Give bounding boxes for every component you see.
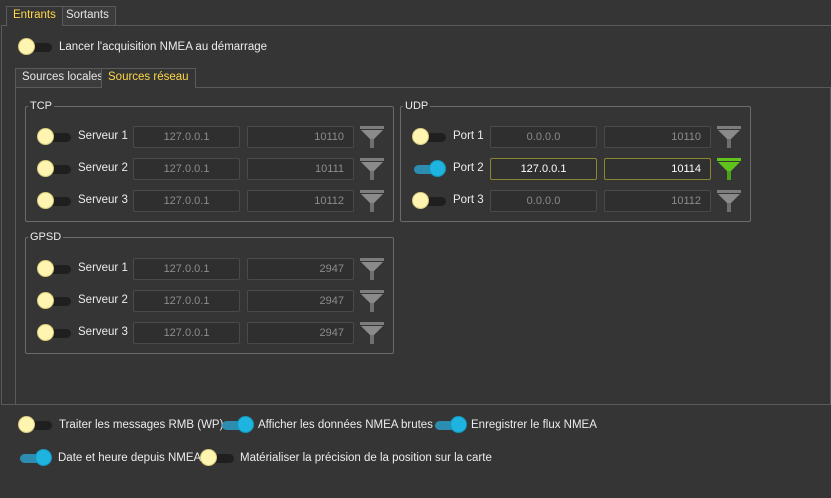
gpsd-server-1-filter-icon[interactable] bbox=[359, 256, 385, 282]
precision-label: Matérialiser la précision de la position… bbox=[240, 452, 492, 464]
udp-port-2-label: Port 2 bbox=[453, 162, 484, 174]
tcp-title: TCP bbox=[28, 100, 54, 112]
tcp-server-3-toggle[interactable] bbox=[37, 192, 73, 210]
gpsd-server-3-address-field[interactable]: 127.0.0.1 bbox=[133, 322, 240, 344]
raw-nmea-label: Afficher les données NMEA brutes bbox=[258, 419, 433, 431]
udp-port-3-port-field[interactable]: 10112 bbox=[604, 190, 711, 212]
tcp-server-1-toggle[interactable] bbox=[37, 128, 73, 146]
tcp-server-3-filter-icon[interactable] bbox=[359, 188, 385, 214]
gpsd-server-1-toggle[interactable] bbox=[37, 260, 73, 278]
record-label: Enregistrer le flux NMEA bbox=[471, 419, 597, 431]
tab-sortants[interactable]: Sortants bbox=[59, 6, 116, 25]
tcp-server-2-toggle[interactable] bbox=[37, 160, 73, 178]
datetime-toggle[interactable] bbox=[18, 449, 54, 467]
rmb-toggle[interactable] bbox=[18, 416, 54, 434]
startup-label: Lancer l'acquisition NMEA au démarrage bbox=[59, 41, 268, 53]
gpsd-server-2-label: Serveur 2 bbox=[78, 294, 128, 306]
gpsd-title: GPSD bbox=[28, 231, 64, 243]
tcp-server-3-address-field[interactable]: 127.0.0.1 bbox=[133, 190, 240, 212]
udp-port-1-filter-icon[interactable] bbox=[716, 124, 742, 150]
gpsd-server-1-port-field[interactable]: 2947 bbox=[247, 258, 354, 280]
gpsd-server-2-toggle[interactable] bbox=[37, 292, 73, 310]
tcp-server-1-address-field[interactable]: 127.0.0.1 bbox=[133, 126, 240, 148]
gpsd-server-3-filter-icon[interactable] bbox=[359, 320, 385, 346]
gpsd-server-2-port-field[interactable]: 2947 bbox=[247, 290, 354, 312]
tab-sources-reseau[interactable]: Sources réseau bbox=[101, 68, 196, 88]
gpsd-server-3-port-field[interactable]: 2947 bbox=[247, 322, 354, 344]
tab-entrants[interactable]: Entrants bbox=[6, 6, 63, 26]
tcp-server-2-port-field[interactable]: 10111 bbox=[247, 158, 354, 180]
udp-port-1-toggle[interactable] bbox=[412, 128, 448, 146]
udp-port-1-address-field[interactable]: 0.0.0.0 bbox=[490, 126, 597, 148]
tcp-server-1-filter-icon[interactable] bbox=[359, 124, 385, 150]
tcp-server-1-label: Serveur 1 bbox=[78, 130, 128, 142]
tcp-server-2-label: Serveur 2 bbox=[78, 162, 128, 174]
udp-port-3-toggle[interactable] bbox=[412, 192, 448, 210]
record-toggle[interactable] bbox=[433, 416, 469, 434]
precision-toggle[interactable] bbox=[200, 449, 236, 467]
rmb-label: Traiter les messages RMB (WP) bbox=[59, 419, 224, 431]
udp-port-1-label: Port 1 bbox=[453, 130, 484, 142]
tcp-server-1-port-field[interactable]: 10110 bbox=[247, 126, 354, 148]
tcp-server-3-port-field[interactable]: 10112 bbox=[247, 190, 354, 212]
udp-port-3-label: Port 3 bbox=[453, 194, 484, 206]
udp-port-3-address-field[interactable]: 0.0.0.0 bbox=[490, 190, 597, 212]
udp-port-2-filter-icon[interactable] bbox=[716, 156, 742, 182]
gpsd-server-1-address-field[interactable]: 127.0.0.1 bbox=[133, 258, 240, 280]
gpsd-server-2-filter-icon[interactable] bbox=[359, 288, 385, 314]
gpsd-server-2-address-field[interactable]: 127.0.0.1 bbox=[133, 290, 240, 312]
gpsd-server-3-label: Serveur 3 bbox=[78, 326, 128, 338]
tab-sources-locales[interactable]: Sources locales bbox=[15, 68, 111, 87]
tcp-server-2-address-field[interactable]: 127.0.0.1 bbox=[133, 158, 240, 180]
gpsd-server-1-label: Serveur 1 bbox=[78, 262, 128, 274]
udp-port-2-toggle[interactable] bbox=[412, 160, 448, 178]
gpsd-server-3-toggle[interactable] bbox=[37, 324, 73, 342]
tcp-server-2-filter-icon[interactable] bbox=[359, 156, 385, 182]
udp-port-1-port-field[interactable]: 10110 bbox=[604, 126, 711, 148]
udp-port-2-address-field[interactable]: 127.0.0.1 bbox=[490, 158, 597, 180]
raw-nmea-toggle[interactable] bbox=[220, 416, 256, 434]
udp-title: UDP bbox=[403, 100, 431, 112]
udp-port-3-filter-icon[interactable] bbox=[716, 188, 742, 214]
datetime-label: Date et heure depuis NMEA bbox=[58, 452, 202, 464]
startup-toggle[interactable] bbox=[18, 38, 54, 56]
udp-port-2-port-field[interactable]: 10114 bbox=[604, 158, 711, 180]
tcp-server-3-label: Serveur 3 bbox=[78, 194, 128, 206]
